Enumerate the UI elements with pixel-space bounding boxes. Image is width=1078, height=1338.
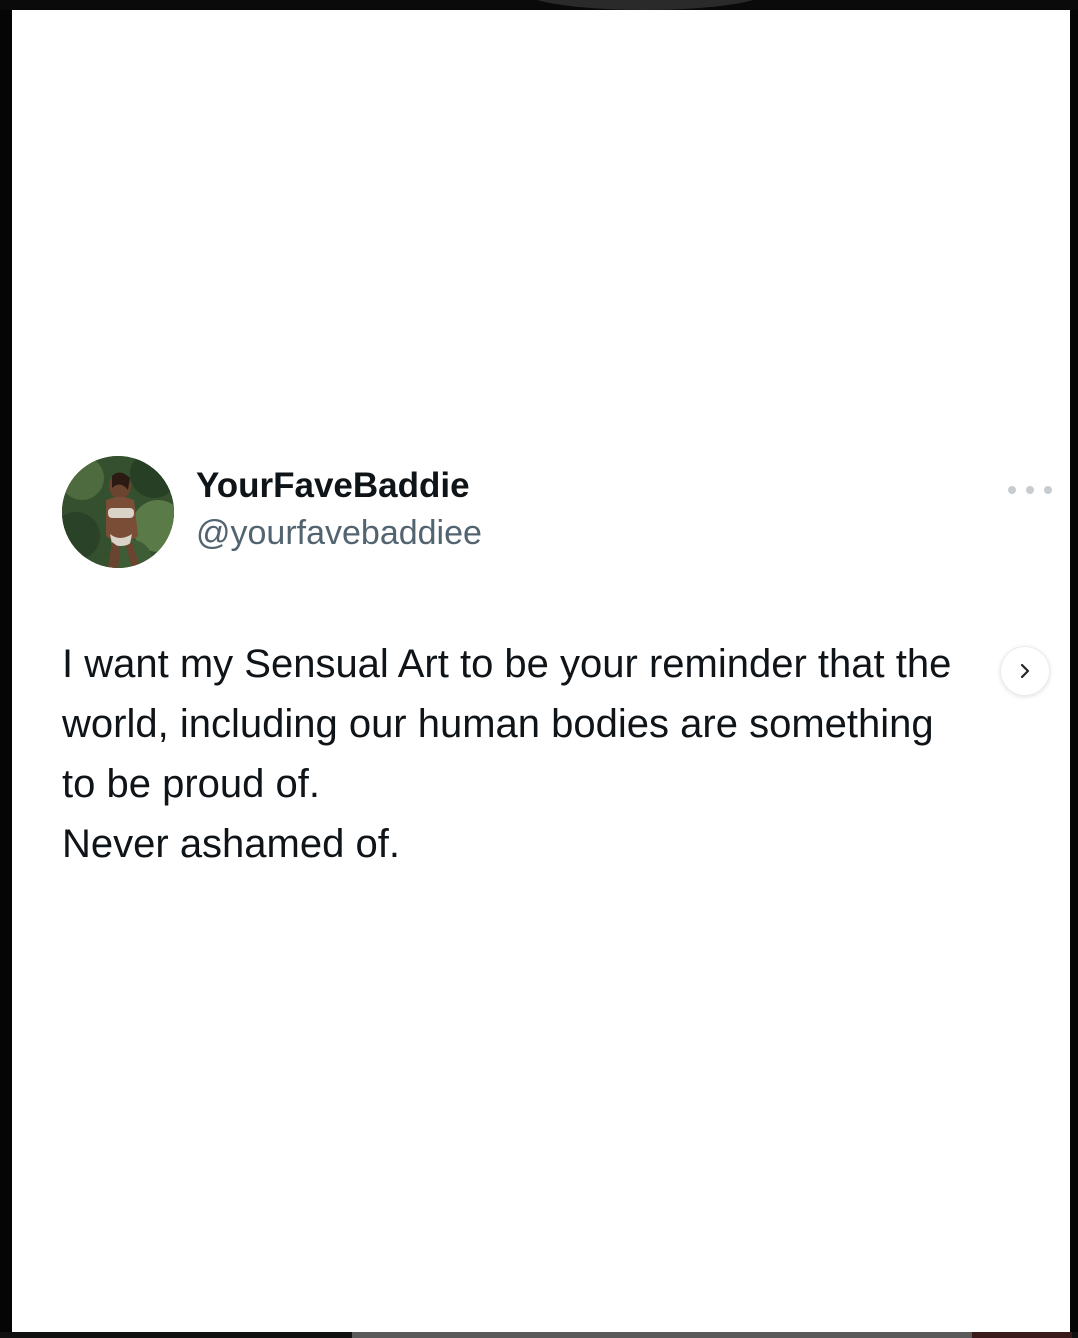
tweet-line: I want my Sensual Art to be your reminde… — [62, 642, 952, 686]
more-dot — [1044, 486, 1052, 494]
more-dot — [1008, 486, 1016, 494]
top-edge-shape — [520, 0, 770, 10]
top-edge — [0, 0, 1078, 10]
display-name[interactable]: YourFaveBaddie — [196, 466, 470, 506]
tweet-text: I want my Sensual Art to be your reminde… — [62, 634, 1022, 874]
more-dot — [1026, 486, 1034, 494]
tweet-line: to be proud of. — [62, 762, 320, 806]
more-horizontal-icon[interactable] — [1008, 480, 1052, 500]
tweet-card: YourFaveBaddie @yourfavebaddiee I want m… — [12, 10, 1070, 1332]
tweet-line: Never ashamed of. — [62, 822, 400, 866]
bottom-edge-segment — [972, 1332, 1072, 1338]
user-handle[interactable]: @yourfavebaddiee — [196, 514, 482, 553]
bottom-edge — [0, 1332, 1078, 1338]
bottom-edge-segment — [352, 1332, 972, 1338]
avatar-image — [62, 456, 174, 568]
avatar[interactable] — [62, 456, 174, 568]
chevron-right-icon — [1020, 663, 1030, 679]
next-slide-button[interactable] — [1000, 646, 1050, 696]
tweet-line: world, including our human bodies are so… — [62, 702, 934, 746]
post-viewer: YourFaveBaddie @yourfavebaddiee I want m… — [0, 0, 1078, 1338]
